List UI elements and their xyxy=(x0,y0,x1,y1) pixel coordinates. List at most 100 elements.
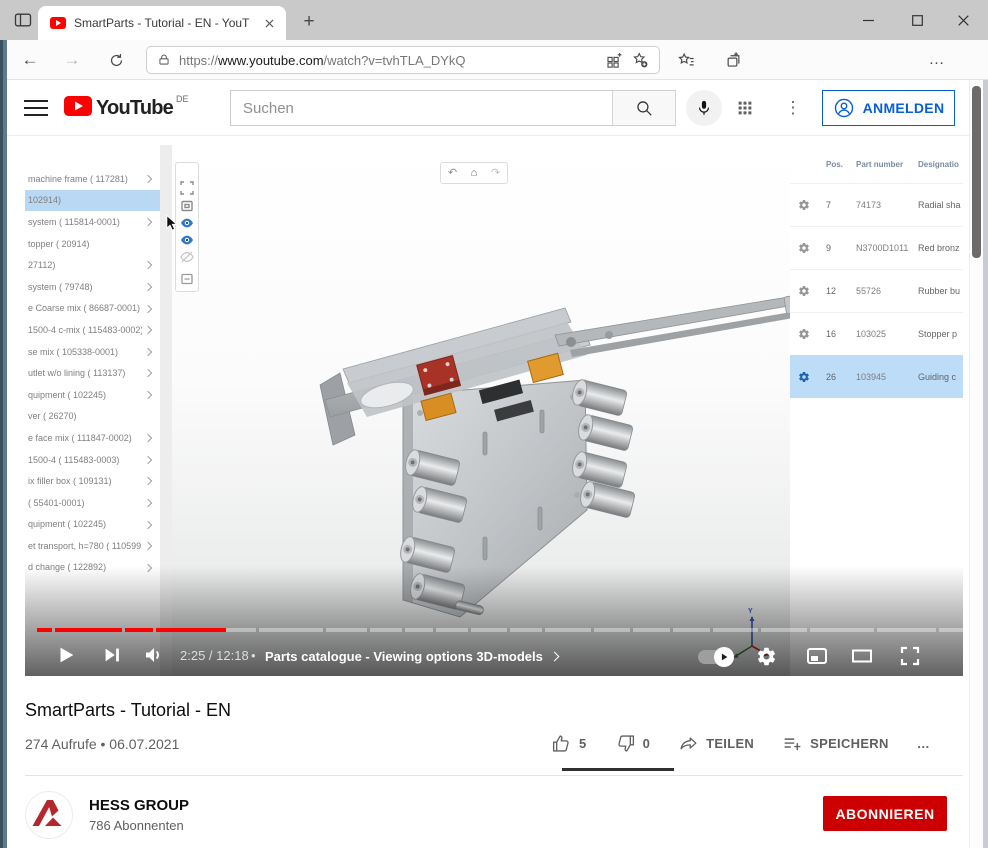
progress-segment[interactable] xyxy=(156,628,257,632)
tree-item[interactable]: se mix ( 105338-0001) xyxy=(25,341,160,363)
miniplayer-button[interactable] xyxy=(803,643,831,669)
table-row[interactable]: 7 74173 Radial sha xyxy=(790,183,963,226)
window-minimize-button[interactable] xyxy=(846,5,890,35)
channel-avatar[interactable] xyxy=(25,791,73,839)
subscribe-button[interactable]: ABONNIEREN xyxy=(823,796,947,831)
progress-segment[interactable] xyxy=(545,628,591,632)
refresh-button[interactable] xyxy=(102,46,130,74)
fit-view-icon[interactable] xyxy=(179,180,195,196)
channel-name[interactable]: HESS GROUP xyxy=(89,797,189,814)
save-button[interactable]: SPEICHERN xyxy=(773,728,898,758)
tree-item[interactable]: ix filler box ( 109131) xyxy=(25,470,160,492)
tree-item[interactable]: e Coarse mix ( 86687-0001) xyxy=(25,298,160,320)
dislike-button[interactable]: 0 xyxy=(606,728,660,758)
address-bar[interactable]: https://www.youtube.com/watch?v=tvhTLA_D… xyxy=(146,46,660,74)
tree-item[interactable]: quipment ( 102245) xyxy=(25,514,160,536)
collapse-icon[interactable] xyxy=(179,271,195,287)
tree-item[interactable]: ( 55401-0001) xyxy=(25,492,160,514)
window-maximize-button[interactable] xyxy=(895,5,939,35)
progress-segment[interactable] xyxy=(37,628,52,632)
search-button[interactable] xyxy=(612,90,676,126)
next-button[interactable] xyxy=(95,640,129,670)
forward-button[interactable]: → xyxy=(58,46,86,74)
progress-segment[interactable] xyxy=(125,628,152,632)
chapter-button[interactable]: Parts catalogue - Viewing options 3D-mod… xyxy=(265,648,558,664)
volume-button[interactable] xyxy=(137,640,171,670)
chevron-right-icon xyxy=(144,477,152,485)
browser-tab[interactable]: SmartParts - Tutorial - EN - YouT xyxy=(38,6,286,40)
page-scrollbar-thumb[interactable] xyxy=(972,86,981,258)
table-row[interactable]: 16 103025 Stopper p xyxy=(790,312,963,355)
progress-segment[interactable] xyxy=(673,628,710,632)
progress-segment[interactable] xyxy=(761,628,807,632)
new-tab-button[interactable]: + xyxy=(296,9,322,35)
box-view-icon[interactable] xyxy=(179,198,195,214)
back-button[interactable]: ← xyxy=(16,46,44,74)
tree-item[interactable]: machine frame ( 117281) xyxy=(25,168,160,190)
show-all-icon[interactable] xyxy=(179,215,195,231)
add-favorite-button[interactable] xyxy=(627,48,653,72)
progress-segment[interactable] xyxy=(510,628,542,632)
progress-segment[interactable] xyxy=(55,628,123,632)
progress-segment[interactable] xyxy=(939,628,963,632)
progress-segment[interactable] xyxy=(471,628,508,632)
table-row[interactable]: 12 55726 Rubber bu xyxy=(790,269,963,312)
like-button[interactable]: 5 xyxy=(542,728,596,758)
theater-mode-button[interactable] xyxy=(848,643,876,669)
undo-view-icon[interactable]: ↶ xyxy=(448,168,457,179)
progress-segment[interactable] xyxy=(594,628,631,632)
window-close-button[interactable] xyxy=(941,5,985,35)
tree-item[interactable]: quipment ( 102245) xyxy=(25,384,160,406)
home-view-icon[interactable]: ⌂ xyxy=(471,168,478,179)
fullscreen-button[interactable] xyxy=(896,643,924,669)
more-actions-button[interactable]: … xyxy=(908,728,939,758)
youtube-settings-menu-button[interactable]: ⋮ xyxy=(781,96,805,120)
tab-close-icon[interactable] xyxy=(260,14,278,32)
search-input[interactable] xyxy=(230,90,612,126)
tree-item[interactable]: 102914) xyxy=(25,190,160,212)
share-button[interactable]: TEILEN xyxy=(669,728,763,758)
youtube-logo[interactable]: YouTube DE xyxy=(64,96,189,120)
table-row[interactable]: 26 103945 Guiding c xyxy=(790,355,963,398)
favorites-button[interactable] xyxy=(672,46,700,74)
cell-pos: 9 xyxy=(826,243,831,253)
progress-segment[interactable] xyxy=(259,628,323,632)
voice-search-button[interactable] xyxy=(686,90,722,126)
tab-actions-button[interactable] xyxy=(10,7,36,33)
search-box[interactable] xyxy=(230,90,612,126)
autoplay-toggle[interactable] xyxy=(698,650,732,664)
settings-button[interactable] xyxy=(753,643,779,669)
sign-in-button[interactable]: ANMELDEN xyxy=(822,90,955,126)
play-button[interactable] xyxy=(49,640,83,670)
tree-item[interactable]: ver ( 26270) xyxy=(25,406,160,428)
thumbs-down-icon xyxy=(615,733,636,754)
split-screen-button[interactable] xyxy=(601,48,627,72)
tree-item[interactable]: utlet w/o lining ( 113137) xyxy=(25,362,160,384)
progress-segment[interactable] xyxy=(877,628,936,632)
guide-menu-button[interactable] xyxy=(24,97,48,119)
tree-item[interactable]: system ( 115814-0001) xyxy=(25,211,160,233)
tree-item[interactable]: 1500-4 c-mix ( 115483-0002) xyxy=(25,319,160,341)
tree-item[interactable]: 27112) xyxy=(25,254,160,276)
progress-segment[interactable] xyxy=(436,628,468,632)
tree-item[interactable]: 1500-4 ( 115483-0003) xyxy=(25,449,160,471)
progress-segment[interactable] xyxy=(326,628,367,632)
browser-menu-button[interactable]: … xyxy=(922,46,952,74)
tree-item[interactable]: et transport, h=780 ( 110599... xyxy=(25,535,160,557)
progress-segment[interactable] xyxy=(633,628,670,632)
show-selected-icon[interactable] xyxy=(179,232,195,248)
progress-segment[interactable] xyxy=(405,628,432,632)
hide-icon[interactable] xyxy=(179,249,195,265)
tree-item[interactable]: topper ( 20914) xyxy=(25,233,160,255)
youtube-apps-button[interactable] xyxy=(733,96,757,120)
table-row[interactable]: 9 N3700D1011 Red bronz xyxy=(790,226,963,269)
progress-bar[interactable] xyxy=(37,628,951,632)
tree-item[interactable]: system ( 79748) xyxy=(25,276,160,298)
redo-view-icon[interactable]: ↷ xyxy=(491,168,500,179)
video-player[interactable]: machine frame ( 117281) 102914) system (… xyxy=(25,145,963,676)
progress-segment[interactable] xyxy=(713,628,759,632)
tree-item[interactable]: e face mix ( 111847-0002) xyxy=(25,427,160,449)
progress-segment[interactable] xyxy=(370,628,402,632)
progress-segment[interactable] xyxy=(810,628,874,632)
collections-button[interactable] xyxy=(718,46,746,74)
